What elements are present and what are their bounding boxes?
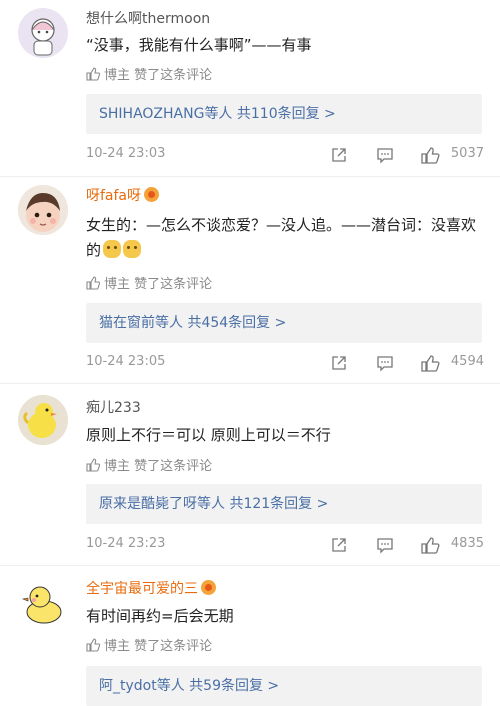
thumb-up-icon <box>86 458 101 472</box>
avatar[interactable] <box>18 395 68 445</box>
dog-emoji-icon <box>103 240 122 258</box>
username[interactable]: 呀fafa呀 <box>86 185 160 205</box>
comment-text: “没事，我能有什么事啊”——有事 <box>86 36 312 54</box>
liked-text: 博主 赞了这条评论 <box>104 459 213 474</box>
divider <box>0 176 500 177</box>
replies-link[interactable]: 猫在窗前等人 共454条回复 > <box>86 303 482 343</box>
like-count: 4594 <box>450 354 484 369</box>
author-liked-note: 博主 赞了这条评论 <box>86 64 212 83</box>
like-count: 4835 <box>450 536 484 551</box>
divider <box>0 383 500 384</box>
share-icon[interactable] <box>330 536 348 554</box>
avatar[interactable] <box>18 185 68 235</box>
replies-link[interactable]: 阿_tydot等人 共59条回复 > <box>86 666 482 706</box>
username-text: 呀fafa呀 <box>86 188 142 204</box>
username[interactable]: 全宇宙最可爱的三 <box>86 578 216 598</box>
comment-icon[interactable] <box>376 146 394 164</box>
username[interactable]: 痴儿233 <box>86 397 141 417</box>
like-icon[interactable] <box>420 146 440 164</box>
vip-badge-icon <box>201 580 216 595</box>
comment-text: 有时间再约=后会无期 <box>86 607 234 625</box>
like-count: 5037 <box>450 146 484 161</box>
share-icon[interactable] <box>330 354 348 372</box>
liked-text: 博主 赞了这条评论 <box>104 277 213 292</box>
comment-meta: 10-24 23:05 4594 <box>86 354 484 374</box>
replies-link[interactable]: 原来是酷毙了呀等人 共121条回复 > <box>86 484 482 524</box>
username-text: 全宇宙最可爱的三 <box>86 581 198 597</box>
comment-text: 原则上不行＝可以 原则上可以＝不行 <box>86 426 331 444</box>
comment-icon[interactable] <box>376 536 394 554</box>
avatar[interactable] <box>18 8 68 58</box>
author-liked-note: 博主 赞了这条评论 <box>86 455 212 474</box>
like-icon[interactable] <box>420 536 440 554</box>
author-liked-note: 博主 赞了这条评论 <box>86 273 212 292</box>
username[interactable]: 想什么啊thermoon <box>86 8 210 28</box>
vip-badge-icon <box>144 187 160 202</box>
author-liked-note: 博主 赞了这条评论 <box>86 635 212 654</box>
share-icon[interactable] <box>330 146 348 164</box>
thumb-up-icon <box>86 638 101 652</box>
comment-text-content: 女生的：—怎么不谈恋爱？—没人追。——潜台词：没喜欢的 <box>86 216 477 259</box>
timestamp: 10-24 23:03 <box>86 146 166 161</box>
comment-text: 女生的：—怎么不谈恋爱？—没人追。——潜台词：没喜欢的 <box>86 213 478 263</box>
liked-text: 博主 赞了这条评论 <box>104 68 213 83</box>
like-icon[interactable] <box>420 354 440 372</box>
comment-meta: 10-24 23:03 5037 <box>86 146 484 166</box>
liked-text: 博主 赞了这条评论 <box>104 639 213 654</box>
timestamp: 10-24 23:23 <box>86 536 166 551</box>
comment-icon[interactable] <box>376 354 394 372</box>
comment-meta: 10-24 23:23 4835 <box>86 536 484 556</box>
thumb-up-icon <box>86 67 101 81</box>
divider <box>0 565 500 566</box>
replies-link[interactable]: SHIHAOZHANG等人 共110条回复 > <box>86 94 482 134</box>
timestamp: 10-24 23:05 <box>86 354 166 369</box>
avatar[interactable] <box>18 578 68 628</box>
thumb-up-icon <box>86 276 101 290</box>
dog-emoji-icon <box>123 240 142 258</box>
